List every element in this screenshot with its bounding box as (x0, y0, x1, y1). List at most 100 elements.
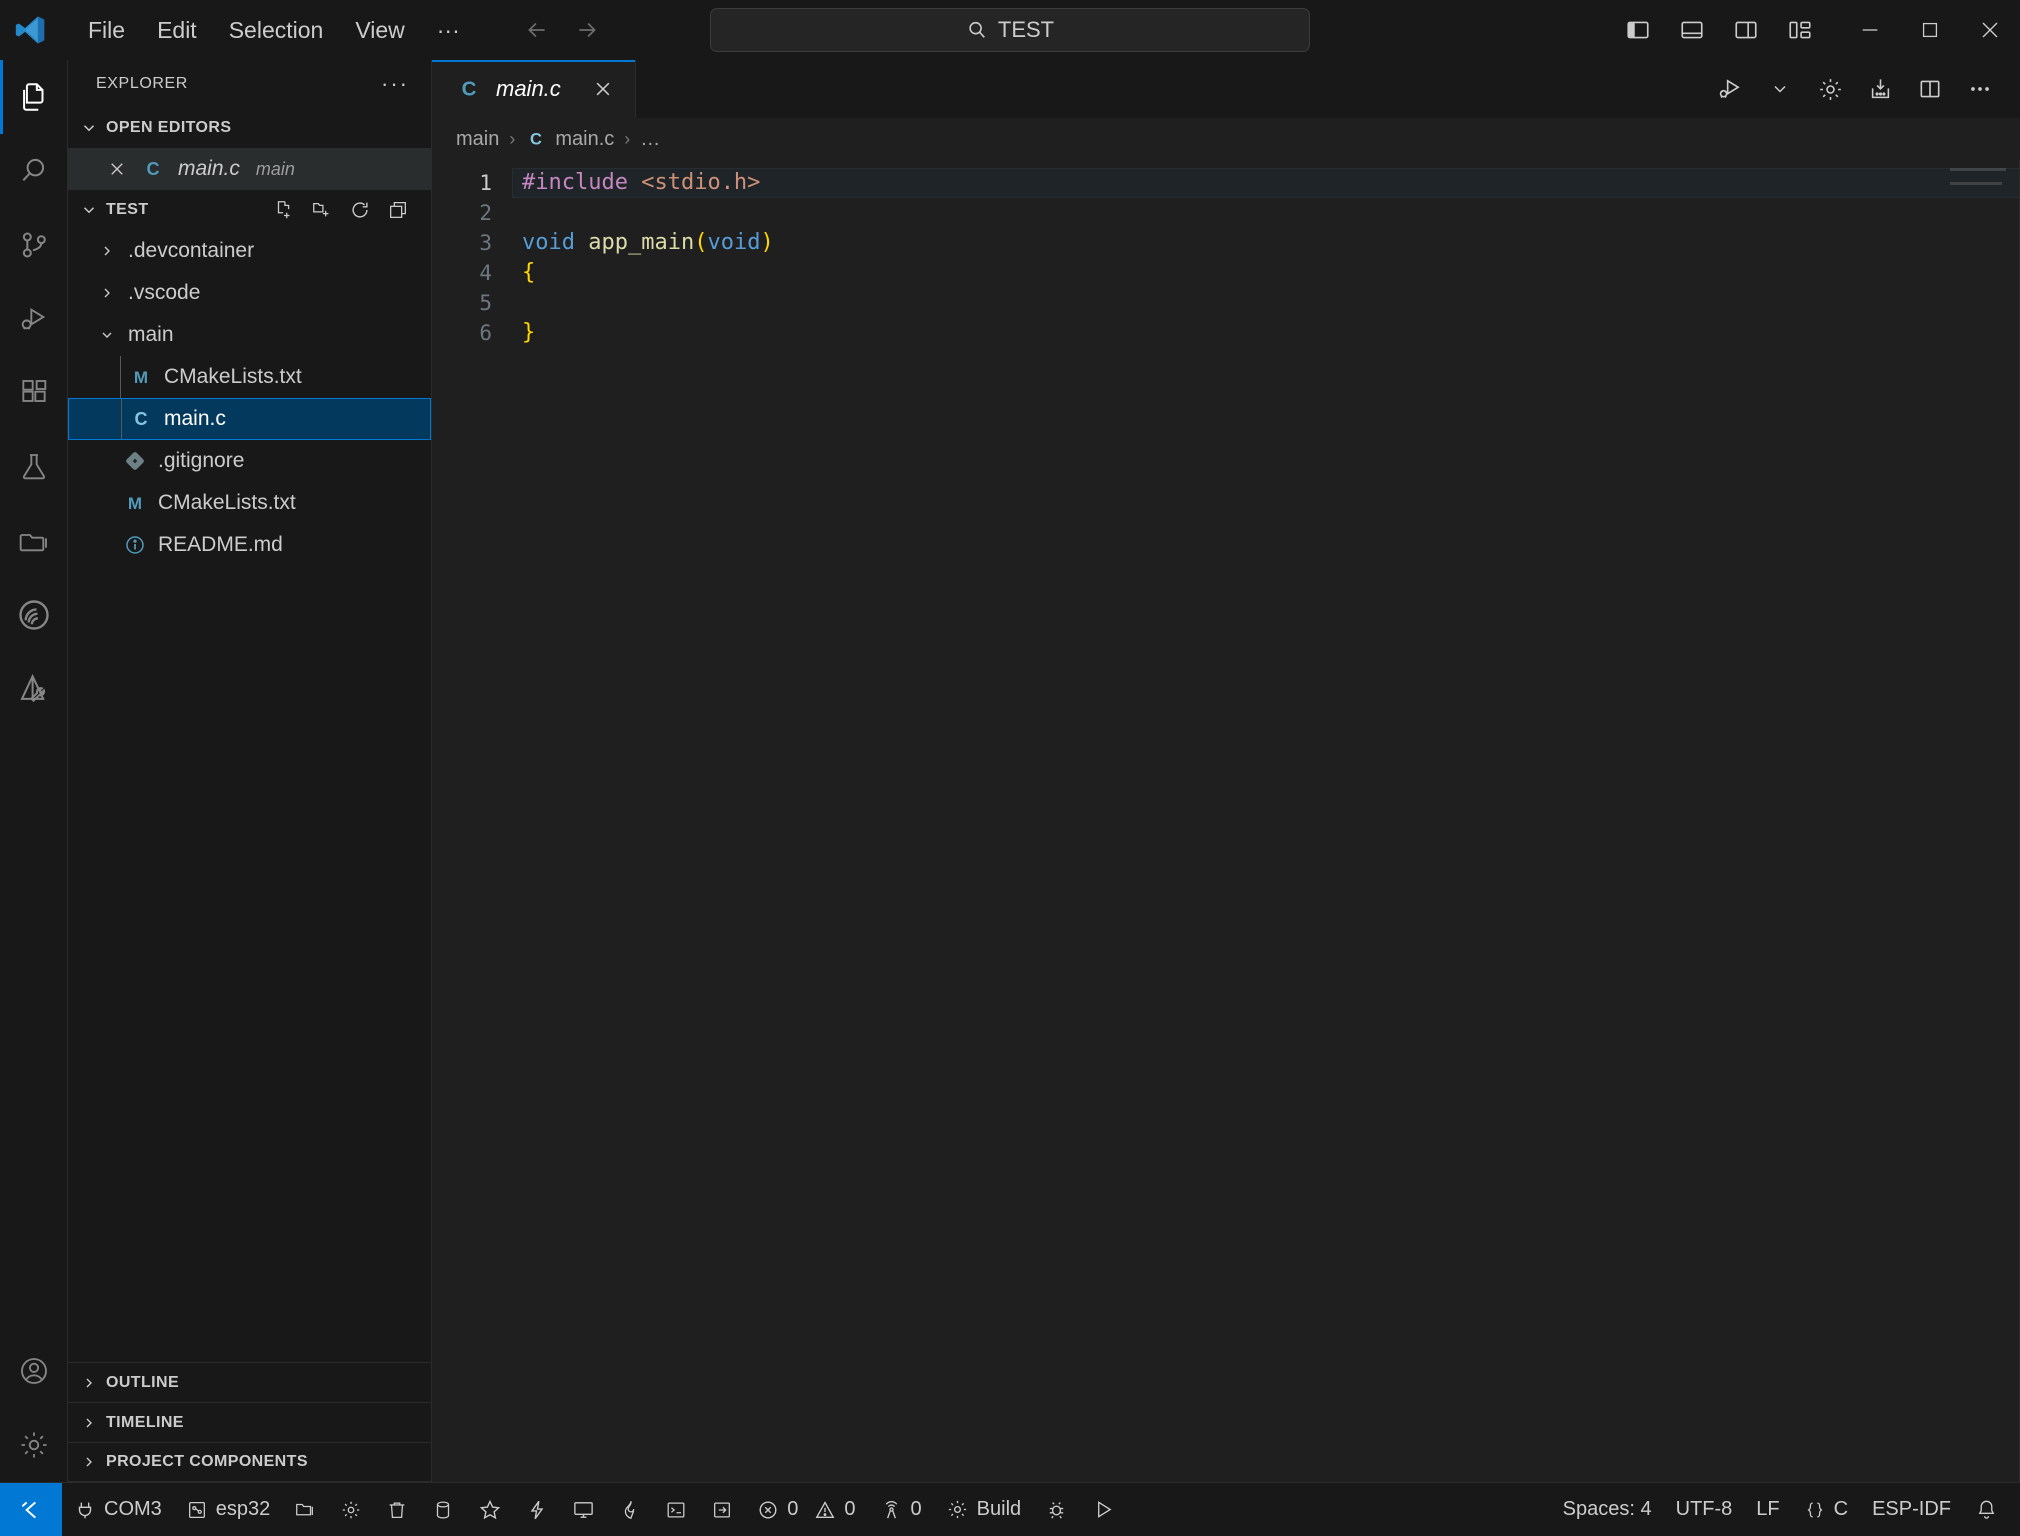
tree-item-gitignore[interactable]: .gitignore (68, 440, 431, 482)
split-editor-icon[interactable] (1908, 67, 1952, 111)
status-serial-port[interactable]: COM3 (62, 1483, 174, 1536)
command-center[interactable]: TEST (710, 8, 1310, 52)
beaker-icon (18, 451, 50, 483)
accounts-button[interactable] (0, 1334, 68, 1408)
arrow-right-icon[interactable] (570, 13, 604, 47)
star-icon (478, 1498, 502, 1522)
collapse-all-icon[interactable] (385, 197, 411, 223)
menu-more[interactable]: ··· (421, 11, 476, 50)
minimap[interactable] (1950, 168, 2006, 208)
editor-vertical-scrollbar[interactable] (2006, 160, 2020, 1482)
indentation-status[interactable]: Spaces: 4 (1551, 1483, 1664, 1536)
tree-item-main-c[interactable]: C main.c (68, 398, 431, 440)
sidebar-item-testing[interactable] (0, 430, 68, 504)
esp-idf-status[interactable]: ESP-IDF (1860, 1483, 1963, 1536)
sidebar-item-file-browser[interactable] (0, 504, 68, 578)
tree-item-root-cmakelists[interactable]: M CMakeLists.txt (68, 482, 431, 524)
status-warning-count: 0 (844, 1498, 856, 1520)
minimize-button[interactable] (1840, 0, 1900, 60)
status-flash-button[interactable] (514, 1483, 560, 1536)
status-problems[interactable]: 0 0 (745, 1483, 867, 1536)
activity-bar (0, 60, 68, 1482)
notifications-status[interactable] (1963, 1483, 2020, 1536)
status-flash-storage[interactable] (420, 1483, 466, 1536)
sidebar-item-extensions[interactable] (0, 356, 68, 430)
status-full-clean[interactable] (374, 1483, 420, 1536)
maximize-button[interactable] (1900, 0, 1960, 60)
breadcrumb-item-symbols[interactable]: … (640, 128, 660, 151)
flash-download-icon[interactable] (1858, 67, 1902, 111)
search-icon (18, 155, 50, 187)
breadcrumb-item-main-c[interactable]: C main.c (525, 128, 614, 151)
status-remote-ports[interactable]: 0 (868, 1483, 934, 1536)
gear-icon[interactable] (1808, 67, 1852, 111)
eol-status[interactable]: LF (1744, 1483, 1791, 1536)
chevron-down-icon (78, 119, 100, 137)
layout-panel-icon[interactable] (1672, 10, 1712, 50)
layout-sidebar-left-icon[interactable] (1618, 10, 1658, 50)
status-build-flash-monitor[interactable] (607, 1483, 653, 1536)
menu-view[interactable]: View (339, 11, 420, 50)
tab-main-c[interactable]: C main.c (432, 60, 636, 118)
new-file-icon[interactable] (271, 197, 297, 223)
layout-customize-icon[interactable] (1780, 10, 1820, 50)
section-timeline[interactable]: TIMELINE (68, 1402, 431, 1442)
language-mode-status[interactable]: C (1792, 1483, 1860, 1536)
status-open-folder[interactable] (282, 1483, 328, 1536)
section-timeline-label: TIMELINE (106, 1413, 184, 1431)
status-sdk-configuration[interactable] (328, 1483, 374, 1536)
sidebar-item-esp-idf[interactable] (0, 578, 68, 652)
run-debug-play-icon[interactable] (1708, 67, 1752, 111)
sidebar-item-run-and-debug[interactable] (0, 282, 68, 356)
breadcrumb-item-main[interactable]: main (456, 128, 499, 151)
section-project-components[interactable]: PROJECT COMPONENTS (68, 1442, 431, 1482)
section-folder-test[interactable]: TEST (68, 190, 431, 230)
section-outline[interactable]: OUTLINE (68, 1362, 431, 1402)
tree-item-devcontainer[interactable]: .devcontainer (68, 230, 431, 272)
sidebar-item-source-control[interactable] (0, 208, 68, 282)
tree-item-vscode[interactable]: .vscode (68, 272, 431, 314)
status-target-chip[interactable]: esp32 (174, 1483, 283, 1536)
bell-icon (1975, 1498, 1998, 1521)
layout-sidebar-right-icon[interactable] (1726, 10, 1766, 50)
status-build-button[interactable]: Build (934, 1483, 1033, 1536)
chevron-down-icon (78, 201, 100, 219)
tree-item-main-cmakelists[interactable]: M CMakeLists.txt (68, 356, 431, 398)
manage-settings-button[interactable] (0, 1408, 68, 1482)
trash-icon (386, 1499, 408, 1521)
new-folder-icon[interactable] (309, 197, 335, 223)
arrow-left-icon[interactable] (520, 13, 554, 47)
encoding-status[interactable]: UTF-8 (1664, 1483, 1745, 1536)
close-icon[interactable] (587, 73, 619, 105)
tree-item-readme[interactable]: README.md (68, 524, 431, 566)
code-editor[interactable]: 1 2 3 4 5 6 #include <stdio.h> void app_… (432, 160, 2020, 1482)
sidebar-item-esp-idf-tools[interactable] (0, 652, 68, 726)
remote-window-indicator[interactable] (0, 1483, 62, 1536)
sidebar-item-explorer[interactable] (0, 60, 68, 134)
open-editor-item-main-c[interactable]: C main.c main (68, 148, 431, 190)
line-number-gutter: 1 2 3 4 5 6 (432, 160, 512, 1482)
tree-item-main-folder[interactable]: main (68, 314, 431, 356)
status-run-button[interactable] (1080, 1483, 1127, 1536)
tab-label: main.c (496, 76, 561, 101)
menu-selection[interactable]: Selection (213, 11, 340, 50)
tree-item-label: .vscode (128, 281, 201, 304)
ellipsis-icon[interactable]: ··· (373, 71, 417, 97)
status-select-flash-method[interactable] (466, 1483, 514, 1536)
arrow-into-box-icon (711, 1499, 733, 1521)
chevron-down-icon[interactable] (1758, 67, 1802, 111)
refresh-icon[interactable] (347, 197, 373, 223)
close-icon[interactable] (106, 160, 128, 178)
status-open-doc[interactable] (699, 1483, 745, 1536)
code-content[interactable]: #include <stdio.h> void app_main(void) {… (512, 160, 2020, 1482)
close-button[interactable] (1960, 0, 2020, 60)
sidebar-item-search[interactable] (0, 134, 68, 208)
section-project-components-label: PROJECT COMPONENTS (106, 1453, 308, 1470)
ellipsis-icon[interactable] (1958, 67, 2002, 111)
status-debug-button[interactable] (1033, 1483, 1080, 1536)
status-open-terminal[interactable] (653, 1483, 699, 1536)
menu-edit[interactable]: Edit (141, 11, 213, 50)
section-open-editors[interactable]: OPEN EDITORS (68, 108, 431, 148)
menu-file[interactable]: File (72, 11, 141, 50)
status-monitor-device[interactable] (560, 1483, 607, 1536)
